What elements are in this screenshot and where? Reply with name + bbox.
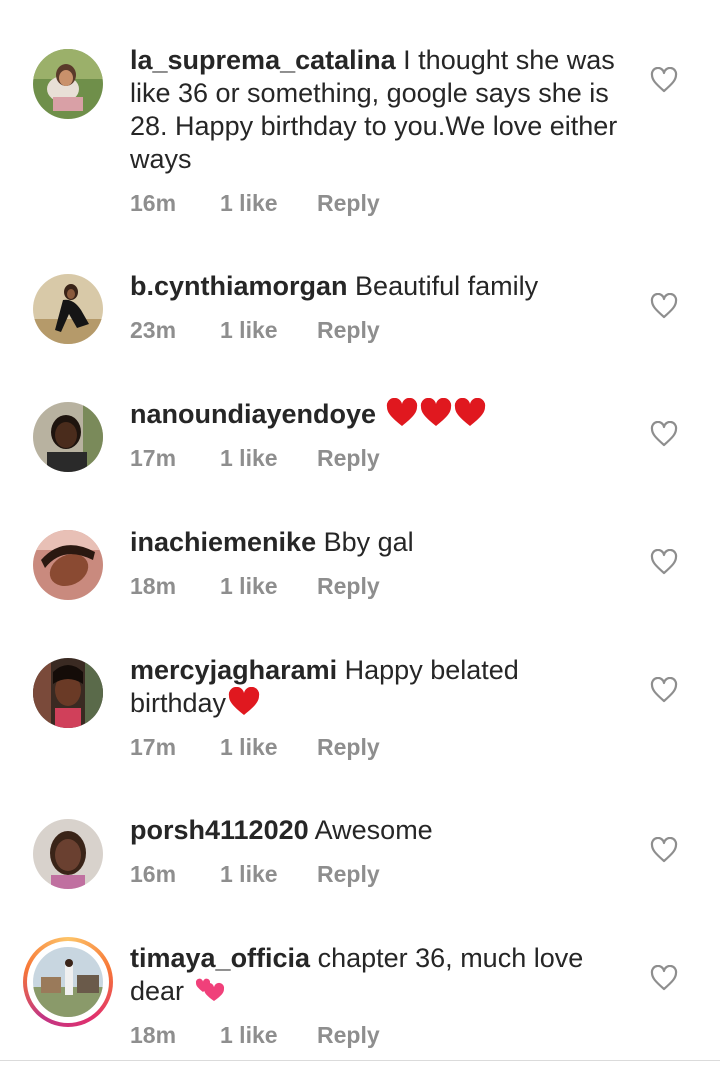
- reply-button[interactable]: Reply: [317, 315, 380, 345]
- comment-time: 23m: [130, 317, 177, 343]
- comment-text-block: mercyjagharami Happy belated birthday: [130, 654, 620, 720]
- comment-text-block: inachiemenike Bby gal: [130, 526, 620, 559]
- red-heart-emoji: [420, 398, 452, 428]
- comment-username[interactable]: mercyjagharami: [130, 655, 337, 685]
- avatar[interactable]: [33, 947, 103, 1017]
- comment-body: Bby gal: [323, 527, 414, 557]
- comment-likes[interactable]: 1 like: [220, 571, 278, 601]
- comment-time: 17m: [130, 734, 177, 760]
- comment-text-block: timaya_officia chapter 36, much love dea…: [130, 942, 620, 1008]
- comment-body: Beautiful family: [355, 271, 539, 301]
- comment-time: 18m: [130, 573, 177, 599]
- heart-outline-icon[interactable]: [650, 292, 678, 319]
- reply-button[interactable]: Reply: [317, 188, 380, 218]
- comment-time: 16m: [130, 861, 177, 887]
- comment-username[interactable]: nanoundiayendoye: [130, 399, 376, 429]
- reply-button[interactable]: Reply: [317, 859, 380, 889]
- heart-outline-icon[interactable]: [650, 676, 678, 703]
- heart-outline-icon[interactable]: [650, 66, 678, 93]
- bottom-bar: [0, 1061, 720, 1085]
- avatar[interactable]: [33, 530, 103, 600]
- comment-time: 16m: [130, 190, 177, 216]
- comment-time: 17m: [130, 445, 177, 471]
- heart-outline-icon[interactable]: [650, 964, 678, 991]
- reply-button[interactable]: Reply: [317, 732, 380, 762]
- avatar[interactable]: [33, 658, 103, 728]
- comment-text-block: porsh4112020 Awesome: [130, 814, 620, 847]
- story-ring[interactable]: [23, 937, 113, 1027]
- comment-time: 18m: [130, 1022, 177, 1048]
- reply-button[interactable]: Reply: [317, 571, 380, 601]
- reply-button[interactable]: Reply: [317, 1020, 380, 1050]
- avatar[interactable]: [33, 819, 103, 889]
- heart-outline-icon[interactable]: [650, 548, 678, 575]
- comment-likes[interactable]: 1 like: [220, 188, 278, 218]
- reply-button[interactable]: Reply: [317, 443, 380, 473]
- comment-likes[interactable]: 1 like: [220, 732, 278, 762]
- comment-text-block: la_suprema_catalina I thought she was li…: [130, 44, 620, 176]
- comment-username[interactable]: porsh4112020: [130, 815, 309, 845]
- comment-text-block: nanoundiayendoye: [130, 398, 620, 431]
- heart-outline-icon[interactable]: [650, 836, 678, 863]
- red-heart-emoji: [228, 687, 260, 717]
- comment-likes[interactable]: 1 like: [220, 315, 278, 345]
- avatar[interactable]: [33, 274, 103, 344]
- red-heart-emoji: [454, 398, 486, 428]
- red-heart-emoji: [386, 398, 418, 428]
- avatar[interactable]: [33, 49, 103, 119]
- comment-username[interactable]: b.cynthiamorgan: [130, 271, 348, 301]
- comment-body: Awesome: [314, 815, 433, 845]
- comment-likes[interactable]: 1 like: [220, 1020, 278, 1050]
- comment-likes[interactable]: 1 like: [220, 443, 278, 473]
- comment-username[interactable]: timaya_officia: [130, 943, 310, 973]
- avatar[interactable]: [33, 402, 103, 472]
- heart-outline-icon[interactable]: [650, 420, 678, 447]
- comment-username[interactable]: inachiemenike: [130, 527, 316, 557]
- two-hearts-emoji: [194, 975, 226, 1005]
- comment-text-block: b.cynthiamorgan Beautiful family: [130, 270, 620, 303]
- comment-likes[interactable]: 1 like: [220, 859, 278, 889]
- comment-username[interactable]: la_suprema_catalina: [130, 45, 396, 75]
